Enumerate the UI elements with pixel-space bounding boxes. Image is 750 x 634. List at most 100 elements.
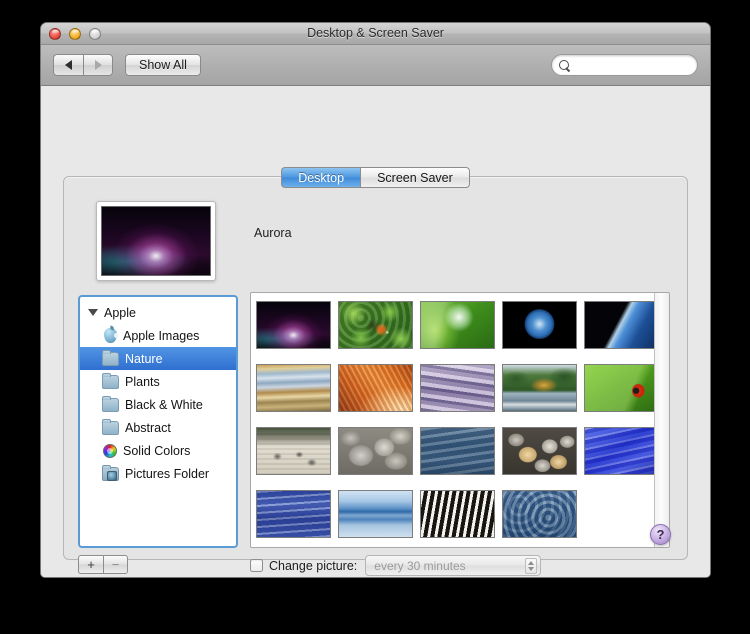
wallpaper-thumbnail[interactable] xyxy=(584,364,659,412)
wallpaper-thumbnail[interactable] xyxy=(502,490,577,538)
wallpaper-thumbnail-image xyxy=(421,428,494,474)
wallpaper-thumbnail-image xyxy=(503,302,576,348)
wallpaper-thumbnail-image xyxy=(257,491,330,537)
preview-image xyxy=(101,206,211,276)
collections-list: Apple Apple Images Nature Plants Black & Whi… xyxy=(80,297,236,485)
wallpaper-thumbnail-image xyxy=(503,491,576,537)
tab-bar: DesktopScreen Saver xyxy=(41,167,710,188)
folder-icon xyxy=(102,352,119,366)
sidebar-item-label: Pictures Folder xyxy=(125,467,209,481)
wallpaper-thumbnail-image xyxy=(503,365,576,411)
toolbar: Show All xyxy=(41,45,710,86)
wallpaper-thumbnail[interactable] xyxy=(420,364,495,412)
wallpaper-thumbnail[interactable] xyxy=(502,427,577,475)
color-wheel-icon xyxy=(103,444,117,458)
wallpaper-thumbnail[interactable] xyxy=(338,427,413,475)
wallpaper-thumbnail-image xyxy=(257,365,330,411)
search-icon xyxy=(559,60,570,71)
add-remove-buttons: + − xyxy=(78,555,128,574)
tab-group: DesktopScreen Saver xyxy=(281,167,470,188)
sidebar-item-label: Solid Colors xyxy=(123,444,190,458)
sidebar-item-pictures-folder[interactable]: Pictures Folder xyxy=(80,462,236,485)
grid-scrollbar[interactable] xyxy=(654,293,669,547)
wallpaper-thumbnail-image xyxy=(421,302,494,348)
sidebar-item-nature[interactable]: Nature xyxy=(80,347,236,370)
wallpaper-thumbnail-image xyxy=(257,302,330,348)
window-title: Desktop & Screen Saver xyxy=(41,26,710,40)
folder-icon xyxy=(102,375,119,389)
wallpaper-thumbnail-image xyxy=(503,428,576,474)
sidebar-item-label: Apple Images xyxy=(123,329,199,343)
sidebar-item-label: Black & White xyxy=(125,398,203,412)
wallpaper-thumbnail[interactable] xyxy=(502,301,577,349)
back-button[interactable] xyxy=(53,54,83,76)
forward-button xyxy=(83,54,113,76)
sidebar-item-label: Plants xyxy=(125,375,160,389)
change-picture-checkbox[interactable] xyxy=(250,559,263,572)
content-panel: Aurora Apple Apple Images Nature Plants Blac… xyxy=(63,176,688,560)
remove-folder-button: − xyxy=(103,555,128,574)
folder-icon xyxy=(102,398,119,412)
change-picture-row: Change picture: every 30 minutes xyxy=(250,555,670,576)
wallpaper-thumbnail[interactable] xyxy=(338,301,413,349)
sidebar-item-apple-images[interactable]: Apple Images xyxy=(80,324,236,347)
navigation-buttons xyxy=(53,54,113,76)
wallpaper-thumbnail[interactable] xyxy=(256,364,331,412)
wallpaper-thumbnail-image xyxy=(585,365,658,411)
help-button[interactable]: ? xyxy=(650,524,671,545)
wallpaper-preview xyxy=(96,201,216,281)
sidebar-item-black-white[interactable]: Black & White xyxy=(80,393,236,416)
sidebar-item-label: Apple xyxy=(104,306,136,320)
stepper-down-icon xyxy=(528,567,534,571)
apple-icon xyxy=(104,328,117,343)
sidebar-item-apple[interactable]: Apple xyxy=(80,301,236,324)
wallpaper-thumbnail-image xyxy=(585,302,658,348)
wallpaper-thumbnail-image xyxy=(421,491,494,537)
interval-value: every 30 minutes xyxy=(374,559,465,573)
wallpaper-thumbnail-image xyxy=(421,365,494,411)
wallpaper-thumbnail[interactable] xyxy=(420,301,495,349)
wallpaper-thumbnail[interactable] xyxy=(584,427,659,475)
window-titlebar: Desktop & Screen Saver xyxy=(41,23,710,45)
tab-screen-saver[interactable]: Screen Saver xyxy=(360,167,470,188)
change-picture-label: Change picture: xyxy=(269,559,357,573)
sidebar-item-abstract[interactable]: Abstract xyxy=(80,416,236,439)
wallpaper-thumbnail-image xyxy=(339,428,412,474)
window-body: Aurora Apple Apple Images Nature Plants Blac… xyxy=(41,86,710,578)
disclosure-triangle-icon[interactable] xyxy=(88,309,98,316)
stepper-up-icon xyxy=(528,561,534,565)
add-folder-button[interactable]: + xyxy=(78,555,103,574)
wallpaper-thumbnail[interactable] xyxy=(338,490,413,538)
wallpaper-thumbnail-image xyxy=(339,491,412,537)
picture-change-controls: Change picture: every 30 minutes Random … xyxy=(250,555,670,578)
wallpaper-thumbnail[interactable] xyxy=(256,301,331,349)
sidebar-item-label: Abstract xyxy=(125,421,171,435)
collections-sidebar[interactable]: Apple Apple Images Nature Plants Black & Whi… xyxy=(78,295,238,548)
wallpaper-grid xyxy=(251,293,669,538)
folder-icon xyxy=(102,421,119,435)
sidebar-item-solid-colors[interactable]: Solid Colors xyxy=(80,439,236,462)
wallpaper-thumbnail-image xyxy=(339,365,412,411)
sidebar-item-plants[interactable]: Plants xyxy=(80,370,236,393)
interval-popup-button[interactable]: every 30 minutes xyxy=(365,555,541,576)
wallpaper-grid-empty-cell xyxy=(584,490,659,538)
wallpaper-thumbnail-image xyxy=(257,428,330,474)
wallpaper-thumbnail[interactable] xyxy=(502,364,577,412)
wallpaper-thumbnail[interactable] xyxy=(584,301,659,349)
search-field[interactable] xyxy=(551,54,698,76)
search-input[interactable] xyxy=(574,58,686,72)
interval-stepper[interactable] xyxy=(525,558,537,574)
pictures-folder-icon xyxy=(102,467,119,481)
wallpaper-thumbnail-image xyxy=(339,302,412,348)
preview-name: Aurora xyxy=(254,226,292,240)
show-all-button[interactable]: Show All xyxy=(125,54,201,76)
wallpaper-thumbnail[interactable] xyxy=(256,490,331,538)
back-arrow-icon xyxy=(65,60,72,70)
wallpaper-thumbnail[interactable] xyxy=(420,490,495,538)
tab-desktop[interactable]: Desktop xyxy=(281,167,360,188)
wallpaper-thumbnail[interactable] xyxy=(256,427,331,475)
wallpaper-thumbnail[interactable] xyxy=(338,364,413,412)
wallpaper-grid-panel xyxy=(250,292,670,548)
preferences-window: Desktop & Screen Saver Show All Aurora xyxy=(40,22,711,578)
wallpaper-thumbnail[interactable] xyxy=(420,427,495,475)
